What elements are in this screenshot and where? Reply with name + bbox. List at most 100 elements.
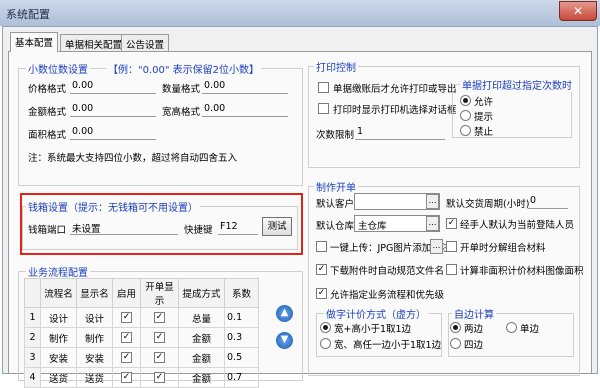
calc-a-radio[interactable] (320, 322, 331, 333)
wh-format-label: 宽高格式 (162, 107, 201, 118)
over-warn-radio[interactable] (460, 110, 471, 121)
print-dialog-label: 打印时显示打印机选择对话框 (333, 105, 457, 116)
col-header[interactable]: 流程名 (40, 278, 77, 308)
tab-document[interactable]: 单据相关配置 (60, 34, 128, 51)
over-warn-label: 提示 (474, 112, 494, 123)
workflow-priority-checkbox[interactable] (316, 288, 327, 299)
delivery-cycle-label: 默认交货周期(小时) (446, 199, 530, 210)
normalize-filename-label: 下载附件时自动规范文件名 (330, 266, 445, 277)
col-header[interactable]: 显示名 (76, 278, 113, 308)
amount-format-label: 金额格式 (28, 107, 67, 118)
over-allow-radio[interactable] (460, 95, 471, 106)
enabled-checkbox[interactable] (121, 352, 132, 363)
handler-default-checkbox[interactable] (446, 218, 457, 229)
col-header[interactable]: 提成方式 (178, 278, 225, 308)
side-two-label: 两边 (464, 324, 484, 335)
area-format-label: 面积格式 (28, 130, 67, 141)
side-two-radio[interactable] (450, 322, 461, 333)
row-number: 4 (24, 367, 41, 388)
flow-name-cell[interactable]: 设计 (40, 307, 77, 328)
flow-name-cell[interactable]: 制作 (40, 327, 77, 348)
move-down-button[interactable]: ▼ (276, 332, 293, 349)
corner-cell (24, 278, 41, 308)
flow-name-cell[interactable]: 送货 (40, 367, 77, 388)
side-title: 自边计算 (452, 306, 496, 321)
flow-name-cell[interactable]: 安装 (40, 347, 77, 368)
oneclick-browse-button[interactable]: … (430, 239, 443, 254)
method-cell[interactable]: 金额 (178, 347, 225, 368)
show-checkbox[interactable] (154, 352, 165, 363)
price-format-label: 价格格式 (28, 84, 67, 95)
ratio-cell[interactable]: 0.5 (224, 347, 259, 368)
window-title: 系统配置 (6, 8, 50, 21)
amount-format-input[interactable]: 0.00 (70, 103, 156, 117)
area-format-input[interactable]: 0.00 (70, 126, 156, 140)
ratio-cell[interactable]: 0.3 (224, 327, 259, 348)
split-material-checkbox[interactable] (446, 241, 457, 252)
show-checkbox[interactable] (154, 312, 165, 323)
table-row[interactable]: 4 送货 送货 金额 0.7 (24, 367, 259, 388)
col-header[interactable]: 开单显示 (140, 278, 179, 308)
method-cell[interactable]: 金额 (178, 367, 225, 388)
order-title: 制作开单 (314, 179, 358, 194)
calc-title: 做字计价方式（虚方） (324, 306, 428, 321)
default-warehouse-label: 默认仓库 (316, 221, 355, 232)
tab-notice[interactable]: 公告设置 (121, 34, 170, 51)
close-button[interactable]: ✕ (559, 1, 597, 21)
display-name-cell[interactable]: 安装 (76, 347, 113, 368)
calc-b-label: 宽、高任一边小于1取1边 (334, 340, 442, 351)
display-name-cell[interactable]: 送货 (76, 367, 113, 388)
print-dialog-checkbox[interactable] (318, 103, 329, 114)
method-cell[interactable]: 总量 (178, 307, 225, 328)
side-four-label: 四边 (464, 340, 484, 351)
row-number: 1 (24, 307, 41, 328)
flow-table: 流程名 显示名 启用 开单显示 提成方式 系数 1 设计 设计 总量 0.1 2… (24, 278, 259, 388)
side-single-label: 单边 (520, 324, 540, 335)
calc-b-radio[interactable] (320, 338, 331, 349)
show-checkbox[interactable] (154, 332, 165, 343)
window-titlebar (0, 0, 600, 26)
oneclick-upload-checkbox[interactable] (316, 241, 327, 252)
col-header[interactable]: 系数 (224, 278, 259, 308)
qty-format-input[interactable]: 0.00 (202, 80, 288, 94)
nonarea-image-checkbox[interactable] (446, 264, 457, 275)
table-row[interactable]: 2 制作 制作 金额 0.3 (24, 327, 259, 348)
method-cell[interactable]: 金额 (178, 327, 225, 348)
price-format-input[interactable]: 0.00 (70, 80, 156, 94)
table-row[interactable]: 3 安装 安装 金额 0.5 (24, 347, 259, 368)
print-count-input[interactable]: 1 (355, 126, 445, 140)
ratio-cell[interactable]: 0.7 (224, 367, 259, 388)
over-allow-label: 允许 (474, 97, 494, 108)
wh-format-input[interactable]: 0.00 (202, 103, 288, 117)
enabled-checkbox[interactable] (121, 332, 132, 343)
highlight-box (20, 193, 303, 255)
display-name-cell[interactable]: 设计 (76, 307, 113, 328)
workflow-priority-label: 允许指定业务流程和优先级 (330, 290, 445, 301)
normalize-filename-checkbox[interactable] (316, 264, 327, 275)
flow-title: 业务流程配置 (26, 264, 90, 279)
customer-browse-button[interactable]: … (426, 194, 439, 209)
side-four-radio[interactable] (450, 338, 461, 349)
calc-a-label: 宽+高小于1取1边 (334, 324, 412, 335)
qty-format-label: 数量格式 (162, 84, 201, 95)
display-name-cell[interactable]: 制作 (76, 327, 113, 348)
row-number: 3 (24, 347, 41, 368)
warehouse-browse-button[interactable]: … (426, 216, 439, 231)
over-limit-title: 单据打印超过指定次数时 (460, 77, 574, 92)
tab-basic[interactable]: 基本配置 (10, 32, 59, 52)
move-up-button[interactable]: ▲ (276, 305, 293, 322)
decimal-note: 注：系统最大支持四位小数，超过将自动四舍五入 (28, 153, 238, 164)
over-forbid-radio[interactable] (460, 125, 471, 136)
close-icon: ✕ (572, 4, 584, 18)
flow-table-header: 流程名 显示名 启用 开单显示 提成方式 系数 (24, 278, 259, 308)
print-audit-label: 单据缴账后才允许打印或导出 (333, 84, 457, 95)
col-header[interactable]: 启用 (112, 278, 141, 308)
arrow-down-icon: ▼ (280, 334, 289, 345)
table-row[interactable]: 1 设计 设计 总量 0.1 (24, 307, 259, 328)
print-control-title: 打印控制 (314, 59, 358, 74)
side-single-radio[interactable] (506, 322, 517, 333)
enabled-checkbox[interactable] (121, 312, 132, 323)
delivery-cycle-input[interactable]: 0 (528, 195, 568, 209)
ratio-cell[interactable]: 0.1 (224, 307, 259, 328)
print-audit-checkbox[interactable] (318, 82, 329, 93)
